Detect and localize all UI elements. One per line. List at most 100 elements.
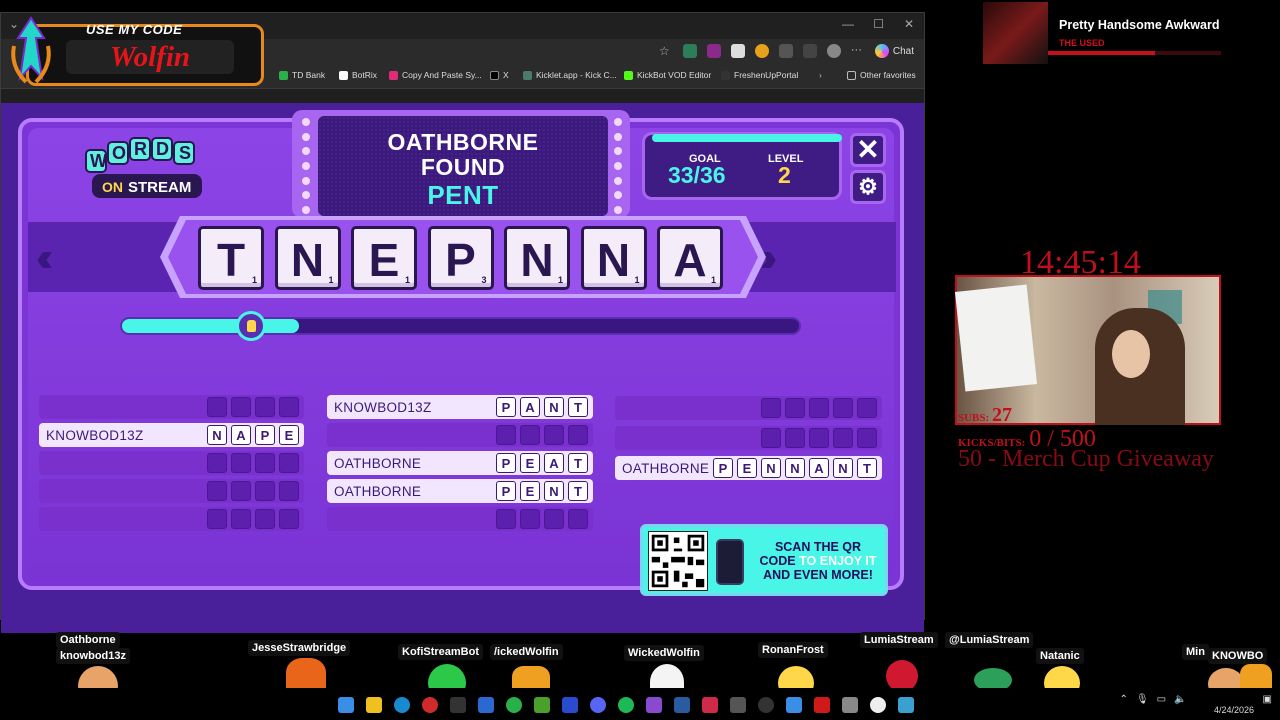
speaker-icon[interactable]: 🔈 [1174,694,1186,705]
letter-tile: T1 [198,226,264,290]
tile-score: 1 [634,275,640,285]
refresh-icon[interactable] [778,44,793,58]
obs-icon[interactable] [758,697,774,713]
chevron-right-icon[interactable]: › [819,70,822,80]
xbox-icon[interactable] [506,697,522,713]
extension-icon[interactable] [754,44,769,58]
network-icon[interactable]: ▭ [1157,694,1166,705]
bookmark-kickbot[interactable]: KickBot VOD Editor [624,70,711,80]
app-icon[interactable] [786,697,802,713]
slot-letter: T [568,397,588,417]
round-progress-bar [120,311,801,341]
finder-name: OATHBORNE [622,461,710,476]
start-icon[interactable] [338,697,354,713]
more-icon[interactable]: ··· [851,44,865,58]
slot-blank [809,398,829,418]
close-icon: ✕ [856,134,880,165]
chatter-name: JesseStrawbridge [248,640,351,656]
slot-blank [833,398,853,418]
app-icon[interactable] [702,697,718,713]
album-art [983,2,1048,64]
extension-icon[interactable] [730,44,745,58]
spotify-icon[interactable] [618,697,634,713]
bookmark-other-favorites[interactable]: Other favorites [847,70,916,80]
found-word: PENT [427,180,499,210]
bookmark-copy-paste[interactable]: Copy And Paste Sy... [389,70,482,80]
chevron-up-icon[interactable]: ⌃ [1120,694,1128,705]
slot-letter: E [520,481,540,501]
slot-blank [496,509,516,529]
close-game-button[interactable]: ✕ [850,133,886,167]
empty-word-row [615,396,882,420]
slot-letters: NAPE [207,425,299,445]
slot-letters [207,481,299,501]
x-icon [490,70,499,80]
slot-letter: N [544,397,564,417]
letter-tile: N1 [274,226,341,290]
webcam-face [1112,330,1150,378]
slot-letter: P [255,425,275,445]
bookmark-td-bank[interactable]: TD Bank [279,70,325,80]
slot-letters [761,398,877,418]
bookmark-x[interactable]: X [490,70,509,80]
maximize-icon[interactable]: ☐ [873,17,884,31]
notification-icon[interactable]: ▣ [1263,694,1272,705]
app-icon[interactable] [814,697,830,713]
settings-button[interactable]: ⚙ [850,170,886,204]
slot-letter: E [520,453,540,473]
app-icon[interactable] [674,697,690,713]
app-icon[interactable] [478,697,494,713]
app-icon[interactable] [842,697,858,713]
favorites-icon[interactable] [802,44,817,58]
letter-tile: N1 [580,226,647,290]
bookmark-freshenup[interactable]: FreshenUpPortal [721,70,798,80]
slot-letter: N [785,458,805,478]
bookmark-kicklet[interactable]: Kicklet.app - Kick C... [523,70,617,80]
app-icon[interactable] [422,697,438,713]
words-on-stream-logo: WORDS ON STREAM [85,137,202,198]
discord-icon[interactable] [590,697,606,713]
creator-code-banner: USE MY CODE Wolfin [6,16,264,86]
bookmark-botrix[interactable]: BotRix [339,70,377,80]
chatter-name: /ickedWolfin [490,644,563,660]
extension-icon[interactable] [706,44,721,58]
microphone-icon[interactable]: 🎙 [1136,694,1149,705]
letter-tile: A1 [657,226,723,290]
app-icon[interactable] [870,697,886,713]
close-window-icon[interactable]: ✕ [904,17,914,31]
app-icon[interactable] [646,697,662,713]
lights-left [300,118,312,214]
file-explorer-icon[interactable] [366,697,382,713]
slot-letters [207,453,299,473]
app-icon[interactable] [730,697,746,713]
app-icon[interactable] [898,697,914,713]
svg-text:S: S [179,143,191,163]
slot-letters: PENT [496,481,588,501]
slot-letter: A [544,453,564,473]
empty-word-row [39,479,304,503]
copilot-chat-button[interactable]: Chat [874,44,914,58]
goal-value: 33/36 [668,162,726,188]
now-playing-title: Pretty Handsome Awkward [1059,18,1220,32]
taskbar-date[interactable]: 4/24/2026 [1214,705,1254,715]
slot-blank [833,428,853,448]
slot-letter: N [207,425,227,445]
toolbar-icons: ☆ ··· Chat [659,44,914,58]
profile-icon[interactable] [826,44,841,58]
slot-blank [279,509,299,529]
minecraft-icon[interactable] [534,697,550,713]
svg-text:R: R [134,139,147,159]
slot-letter: A [520,397,540,417]
level-value: 2 [778,162,791,188]
wolfin-logo-icon [11,16,51,84]
slot-blank [207,509,227,529]
creator-code: Wolfin [66,40,234,74]
epic-games-icon[interactable] [450,697,466,713]
app-icon[interactable] [562,697,578,713]
minimize-icon[interactable]: — [842,17,854,31]
edge-icon[interactable] [394,697,410,713]
chatter-name: RonanFrost [758,642,828,658]
chatter-name: @LumiaStream [945,632,1034,648]
extension-icon[interactable] [682,44,697,58]
star-icon[interactable]: ☆ [659,44,673,58]
